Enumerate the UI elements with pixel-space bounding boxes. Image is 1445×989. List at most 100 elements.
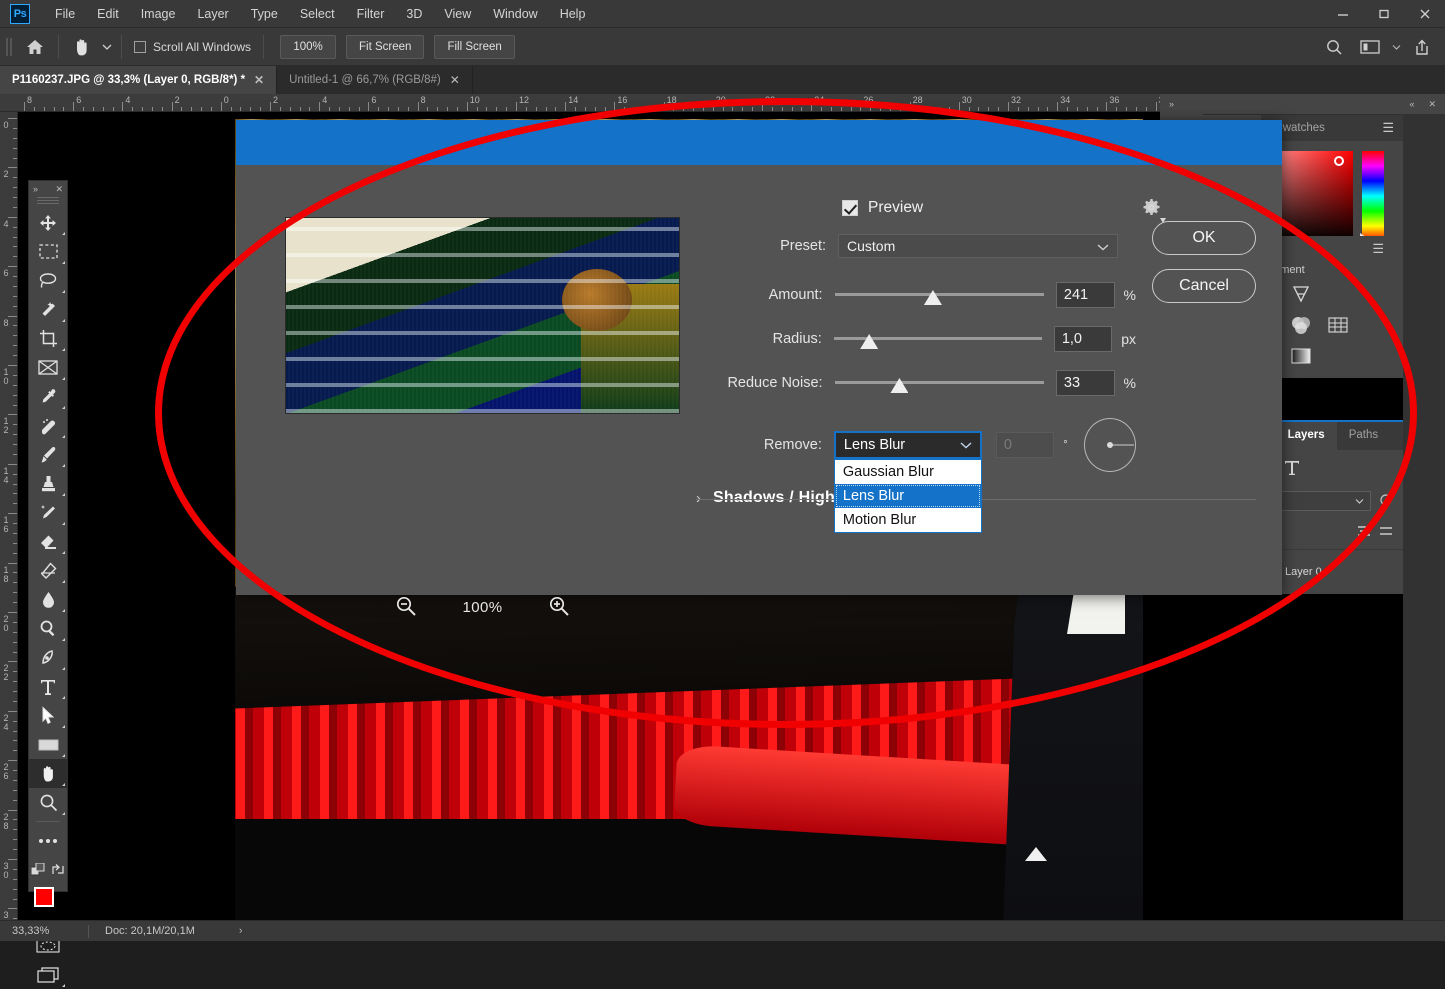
- hand-tool[interactable]: [29, 759, 67, 788]
- angle-input[interactable]: 0: [995, 432, 1055, 458]
- gradient-map-icon[interactable]: [1287, 343, 1314, 368]
- lock-position-icon[interactable]: [1357, 525, 1371, 540]
- menu-3d[interactable]: 3D: [395, 0, 433, 28]
- status-zoom-level[interactable]: 33,33%: [0, 925, 88, 937]
- exposure-icon[interactable]: [1325, 281, 1352, 306]
- close-icon[interactable]: [1404, 0, 1445, 28]
- zoom-tool[interactable]: [29, 788, 67, 817]
- color-ring-marker[interactable]: [1334, 156, 1344, 166]
- remove-dropdown-menu[interactable]: Gaussian Blur Lens Blur Motion Blur: [833, 459, 982, 533]
- amount-input[interactable]: 241: [1055, 282, 1115, 308]
- swap-colors-icon[interactable]: [48, 855, 67, 884]
- eyedropper-tool[interactable]: [29, 382, 67, 411]
- expand-panels-icon[interactable]: »: [1169, 99, 1174, 109]
- foreground-color-swatch[interactable]: [34, 887, 54, 907]
- dialog-title-bar[interactable]: [236, 120, 1282, 165]
- menu-filter[interactable]: Filter: [346, 0, 396, 28]
- scroll-all-windows-option[interactable]: Scroll All Windows: [128, 40, 257, 54]
- spot-healing-tool[interactable]: [29, 411, 67, 440]
- document-tab-p1160237[interactable]: P1160237.JPG @ 33,3% (Layer 0, RGB/8*) *…: [0, 66, 278, 94]
- clone-stamp-tool[interactable]: [29, 469, 67, 498]
- radius-input[interactable]: 1,0: [1053, 326, 1113, 352]
- eraser-tool[interactable]: [29, 527, 67, 556]
- options-bar-grip[interactable]: [4, 33, 14, 60]
- maximize-icon[interactable]: [1363, 0, 1404, 28]
- preview-checkbox[interactable]: [842, 200, 858, 216]
- menu-file[interactable]: File: [44, 0, 86, 28]
- remove-select[interactable]: Lens Blur: [833, 431, 982, 459]
- chevron-down-icon[interactable]: [1389, 32, 1403, 62]
- menu-image[interactable]: Image: [130, 0, 187, 28]
- close-icon[interactable]: ✕: [450, 74, 460, 86]
- curves-icon[interactable]: [1287, 281, 1314, 306]
- document-tab-untitled-1[interactable]: Untitled-1 @ 66,7% (RGB/8#) ✕: [277, 66, 473, 94]
- magic-wand-tool[interactable]: [29, 295, 67, 324]
- tab-layers[interactable]: Layers: [1275, 420, 1337, 450]
- dropdown-option-gaussian-blur[interactable]: Gaussian Blur: [835, 460, 981, 484]
- preset-select[interactable]: Custom: [838, 234, 1118, 258]
- tools-panel-grip[interactable]: [37, 197, 59, 205]
- workspace-icon[interactable]: [1353, 32, 1387, 62]
- panel-menu-icon[interactable]: ☰: [1363, 236, 1393, 262]
- chevron-down-icon[interactable]: [99, 32, 115, 62]
- blur-tool[interactable]: [29, 585, 67, 614]
- screen-mode-icon[interactable]: [29, 960, 67, 989]
- pen-tool[interactable]: [29, 643, 67, 672]
- gear-icon[interactable]: [1142, 198, 1166, 223]
- vertical-ruler[interactable]: 02468101214161820222426283032: [0, 112, 18, 930]
- dropdown-option-motion-blur[interactable]: Motion Blur: [835, 508, 981, 532]
- brush-tool[interactable]: [29, 440, 67, 469]
- close-icon[interactable]: ✕: [254, 74, 264, 86]
- reduce-noise-slider[interactable]: [834, 373, 1044, 393]
- path-selection-tool[interactable]: [29, 701, 67, 730]
- angle-dial[interactable]: [1083, 418, 1136, 472]
- lasso-tool[interactable]: [29, 266, 67, 295]
- reduce-noise-input[interactable]: 33: [1055, 370, 1115, 396]
- dodge-tool[interactable]: [29, 614, 67, 643]
- menu-view[interactable]: View: [433, 0, 482, 28]
- chevron-right-icon[interactable]: ›: [696, 490, 701, 507]
- scroll-all-windows-checkbox[interactable]: [134, 40, 146, 53]
- collapse-icon[interactable]: »: [33, 184, 38, 194]
- gradient-tool[interactable]: [29, 556, 67, 585]
- dialog-preview-image[interactable]: [285, 217, 680, 414]
- cancel-button[interactable]: Cancel: [1152, 269, 1256, 303]
- history-brush-tool[interactable]: [29, 498, 67, 527]
- type-icon[interactable]: [1284, 459, 1300, 479]
- move-tool[interactable]: [29, 208, 67, 237]
- type-tool[interactable]: [29, 672, 67, 701]
- black-white-icon[interactable]: [1287, 312, 1314, 337]
- amount-slider[interactable]: [834, 285, 1044, 305]
- close-icon[interactable]: ✕: [1428, 99, 1436, 110]
- search-icon[interactable]: [1317, 32, 1351, 62]
- home-icon[interactable]: [18, 32, 52, 62]
- ok-button[interactable]: OK: [1152, 221, 1256, 255]
- dropdown-option-lens-blur[interactable]: Lens Blur: [834, 484, 981, 508]
- crop-tool[interactable]: [29, 324, 67, 353]
- panel-menu-icon[interactable]: ☰: [1373, 115, 1403, 141]
- status-expand-chevron[interactable]: ›: [195, 925, 243, 937]
- more-tools-icon[interactable]: [29, 826, 67, 855]
- hand-tool-icon[interactable]: [65, 32, 99, 62]
- radius-slider[interactable]: [833, 329, 1042, 349]
- tab-paths[interactable]: Paths: [1337, 420, 1390, 450]
- hue-strip[interactable]: [1360, 151, 1384, 245]
- fill-screen-button[interactable]: Fill Screen: [434, 34, 515, 59]
- marquee-tool[interactable]: [29, 237, 67, 266]
- minimize-icon[interactable]: [1322, 0, 1363, 28]
- share-icon[interactable]: [1405, 32, 1439, 62]
- fit-screen-button[interactable]: Fit Screen: [346, 34, 425, 59]
- menu-window[interactable]: Window: [482, 0, 548, 28]
- menu-edit[interactable]: Edit: [86, 0, 130, 28]
- collapse-panels-icon[interactable]: «: [1409, 99, 1414, 110]
- chevron-down-icon[interactable]: [1097, 238, 1109, 254]
- menu-select[interactable]: Select: [289, 0, 346, 28]
- menu-layer[interactable]: Layer: [186, 0, 239, 28]
- color-swatches[interactable]: [29, 884, 67, 922]
- frame-tool[interactable]: [29, 353, 67, 382]
- vibrance-icon[interactable]: [1362, 281, 1389, 306]
- channel-mixer-icon[interactable]: [1362, 312, 1389, 337]
- close-icon[interactable]: ✕: [55, 184, 63, 195]
- posterize-icon[interactable]: [1325, 343, 1352, 368]
- rectangle-tool[interactable]: [29, 730, 67, 759]
